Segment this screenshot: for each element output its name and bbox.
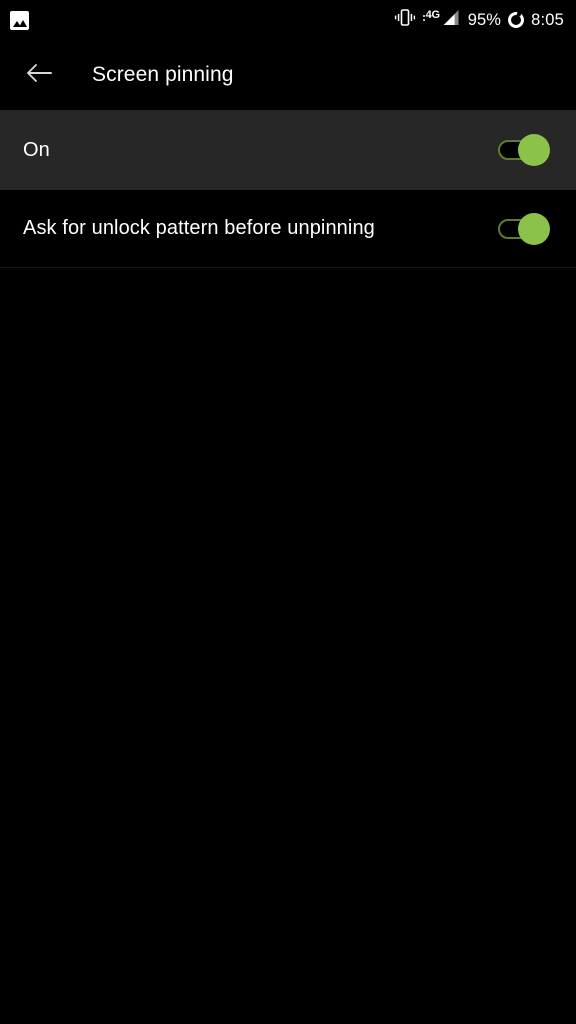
status-bar-clock: 8:05: [531, 10, 564, 29]
gallery-icon: [10, 10, 29, 30]
ask-unlock-pattern-switch-toggle[interactable]: [498, 212, 550, 245]
page-title: Screen pinning: [92, 63, 234, 86]
status-bar-notifications: [10, 10, 29, 30]
status-bar-system-icons: 4G 95% 8:05: [394, 8, 564, 32]
toolbar: Screen pinning: [0, 40, 576, 110]
screen-pinning-settings-screen: 4G 95% 8:05 Screen pinning On Ask for un…: [0, 0, 576, 1024]
empty-content-area: [0, 269, 576, 1024]
setting-row-master-switch[interactable]: On: [0, 110, 576, 190]
battery-percent-label: 95%: [467, 10, 502, 29]
signal-bars-icon: [441, 8, 461, 32]
arrow-left-icon: [25, 61, 53, 90]
status-bar: 4G 95% 8:05: [0, 0, 576, 40]
setting-row-label: Ask for unlock pattern before unpinning: [23, 217, 375, 239]
setting-row-label: On: [23, 138, 50, 161]
mobile-signal-indicator: 4G: [422, 8, 461, 32]
network-type-label: 4G: [425, 9, 440, 21]
master-switch-toggle[interactable]: [498, 134, 550, 166]
back-button[interactable]: [12, 48, 66, 102]
battery-ring-icon: [508, 12, 525, 28]
setting-row-ask-unlock-pattern[interactable]: Ask for unlock pattern before unpinning: [0, 190, 576, 268]
signal-dots-icon: [422, 15, 425, 21]
switch-thumb: [518, 212, 550, 245]
vibrate-icon: [394, 8, 416, 32]
switch-thumb: [518, 134, 550, 166]
